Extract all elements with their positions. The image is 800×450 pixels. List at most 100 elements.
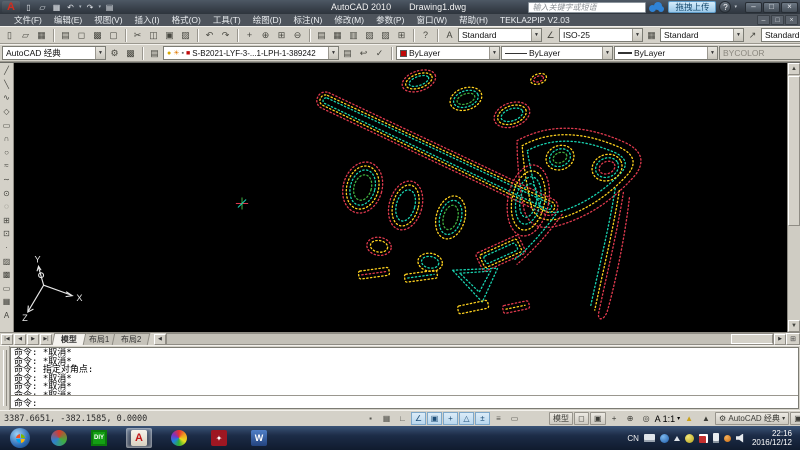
new-icon[interactable]: ▯ — [2, 28, 17, 43]
redo-icon[interactable]: ↷ — [218, 28, 233, 43]
qat-new-icon[interactable]: ▯ — [22, 1, 35, 13]
taskbar-app-word[interactable]: W — [246, 428, 272, 448]
undo-icon[interactable]: ↶ — [202, 28, 217, 43]
paste-icon[interactable]: ▣ — [162, 28, 177, 43]
next-tab-icon[interactable]: ▶ — [27, 334, 39, 345]
cut-icon[interactable]: ✂ — [130, 28, 145, 43]
chevron-down-icon[interactable]: ▼ — [632, 29, 642, 41]
prev-tab-icon[interactable]: ◀ — [14, 334, 26, 345]
construction-line-icon[interactable]: ╲ — [1, 78, 13, 92]
otrack-toggle[interactable]: + — [443, 412, 458, 425]
sheetset-icon[interactable]: ▧ — [362, 28, 377, 43]
workspace-switcher[interactable]: ⚙ AutoCAD 经典 ▾ — [715, 412, 789, 425]
close-button[interactable]: × — [781, 2, 798, 13]
doc-close-button[interactable]: × — [785, 15, 798, 25]
taskbar-app-diy[interactable]: DIY — [86, 428, 112, 448]
ortho-toggle[interactable]: ∟ — [395, 412, 410, 425]
scroll-up-icon[interactable]: ▲ — [788, 63, 800, 75]
menu-parametric[interactable]: 参数(P) — [370, 14, 410, 26]
vertical-scrollbar[interactable]: ▲ ▼ — [787, 63, 800, 332]
taskbar-app-wheel[interactable] — [166, 428, 192, 448]
table-style-combo[interactable]: Standard▼ — [660, 28, 744, 42]
polygon-icon[interactable]: ◇ — [1, 105, 13, 119]
qp-toggle[interactable]: ▭ — [507, 412, 522, 425]
qat-undo-arrow-icon[interactable]: ▾ — [79, 4, 82, 10]
menu-tools[interactable]: 工具(T) — [207, 14, 247, 26]
publish-icon[interactable]: ▩ — [90, 28, 105, 43]
layer-lock-icon[interactable]: ▪ — [182, 50, 184, 57]
mtext-icon[interactable]: A — [1, 309, 13, 323]
first-tab-icon[interactable]: |◀ — [1, 334, 13, 345]
tray-app-icon-1[interactable] — [685, 434, 694, 443]
chevron-down-icon[interactable]: ▼ — [489, 47, 499, 59]
quickcalc-icon[interactable]: ⊞ — [394, 28, 409, 43]
grid-toggle[interactable]: ▦ — [379, 412, 394, 425]
spline-icon[interactable]: ∼ — [1, 173, 13, 187]
doc-restore-button[interactable]: □ — [771, 15, 784, 25]
keyboard-icon[interactable] — [644, 434, 655, 442]
qat-plot-icon[interactable]: ▤ — [103, 1, 116, 13]
zoom-tool-icon[interactable]: ⊕ — [623, 412, 638, 425]
qat-open-icon[interactable]: ▱ — [36, 1, 49, 13]
search-input[interactable]: 输入关键字或短语 — [528, 2, 646, 13]
point-icon[interactable]: · — [1, 241, 13, 255]
autocad-logo-icon[interactable]: A — [2, 1, 20, 13]
transmit-icon[interactable]: ▢ — [106, 28, 121, 43]
layer-properties-icon[interactable]: ▤ — [147, 46, 162, 61]
rectangle-icon[interactable]: ▭ — [1, 118, 13, 132]
layout-button-icon[interactable]: ◻ — [574, 412, 589, 425]
menu-help[interactable]: 帮助(H) — [453, 14, 494, 26]
annotation-visibility-icon[interactable]: ▲ — [681, 412, 697, 425]
menu-format[interactable]: 格式(O) — [166, 14, 207, 26]
start-button[interactable] — [10, 428, 30, 448]
table-icon[interactable]: ▦ — [1, 295, 13, 309]
properties-icon[interactable]: ▤ — [314, 28, 329, 43]
workspace-save-icon[interactable]: ▩ — [123, 46, 138, 61]
drawing-canvas[interactable]: Y X Z — [14, 63, 787, 332]
action-center-icon[interactable] — [699, 434, 708, 443]
arc-icon[interactable]: ∩ — [1, 132, 13, 146]
scrollbar-corner-icon[interactable]: ⊞ — [786, 333, 800, 345]
ellipse-icon[interactable]: ⊙ — [1, 186, 13, 200]
command-window-grip[interactable] — [0, 346, 10, 410]
snap-toggle[interactable]: ▪ — [363, 412, 378, 425]
tray-expand-icon[interactable] — [674, 436, 680, 441]
horizontal-scroll-thumb[interactable] — [731, 334, 773, 344]
menu-view[interactable]: 视图(V) — [88, 14, 128, 26]
qat-redo-arrow-icon[interactable]: ▾ — [99, 4, 102, 10]
dim-style-combo[interactable]: ISO-25▼ — [559, 28, 643, 42]
zoom-previous-icon[interactable]: ⊖ — [290, 28, 305, 43]
language-indicator[interactable]: CN — [627, 434, 639, 443]
horizontal-scrollbar[interactable]: ◀ ▶ ⊞ — [154, 333, 800, 345]
layer-combo[interactable]: ● ☀ ▪ ■ S-B2021-LYF-3-...1-LPH-1-389242 … — [163, 46, 339, 60]
scroll-down-icon[interactable]: ▼ — [788, 320, 800, 332]
chevron-down-icon[interactable]: ▼ — [95, 47, 105, 59]
scroll-left-icon[interactable]: ◀ — [154, 334, 166, 345]
ime-icon[interactable] — [660, 434, 669, 443]
workspace-settings-icon[interactable]: ⚙ — [107, 46, 122, 61]
workspace-combo[interactable]: AutoCAD 经典▼ — [2, 46, 106, 60]
chevron-down-icon[interactable]: ▾ — [677, 415, 680, 422]
scroll-right-icon[interactable]: ▶ — [774, 334, 786, 345]
menu-draw[interactable]: 绘图(D) — [247, 14, 288, 26]
tab-layout2[interactable]: 布局2 — [112, 333, 151, 345]
coordinates-readout[interactable]: 3387.6651, -382.1585, 0.0000 — [4, 414, 172, 424]
chevron-down-icon[interactable]: ▼ — [602, 47, 612, 59]
line-icon[interactable]: ╱ — [1, 64, 13, 78]
copy-icon[interactable]: ◫ — [146, 28, 161, 43]
save-icon[interactable]: ▦ — [34, 28, 49, 43]
annotation-autoscale-icon[interactable]: ▲ — [698, 412, 714, 425]
layer-previous-icon[interactable]: ↩ — [356, 46, 371, 61]
minimize-button[interactable]: – — [745, 2, 762, 13]
pan-icon[interactable]: + — [242, 28, 257, 43]
annotation-scale-control[interactable]: A 1:1 ▾ — [655, 414, 681, 424]
polyline-icon[interactable]: ∿ — [1, 91, 13, 105]
tab-model[interactable]: 模型 — [52, 333, 87, 345]
chevron-down-icon[interactable]: ▼ — [328, 47, 338, 59]
menu-dimension[interactable]: 标注(N) — [288, 14, 329, 26]
menu-edit[interactable]: 编辑(E) — [48, 14, 88, 26]
drag-upload-button[interactable]: 拖拽上传 — [668, 1, 716, 13]
ducs-toggle[interactable]: △ — [459, 412, 474, 425]
layer-on-icon[interactable]: ● — [167, 50, 171, 57]
vertical-scroll-thumb[interactable] — [788, 76, 800, 226]
